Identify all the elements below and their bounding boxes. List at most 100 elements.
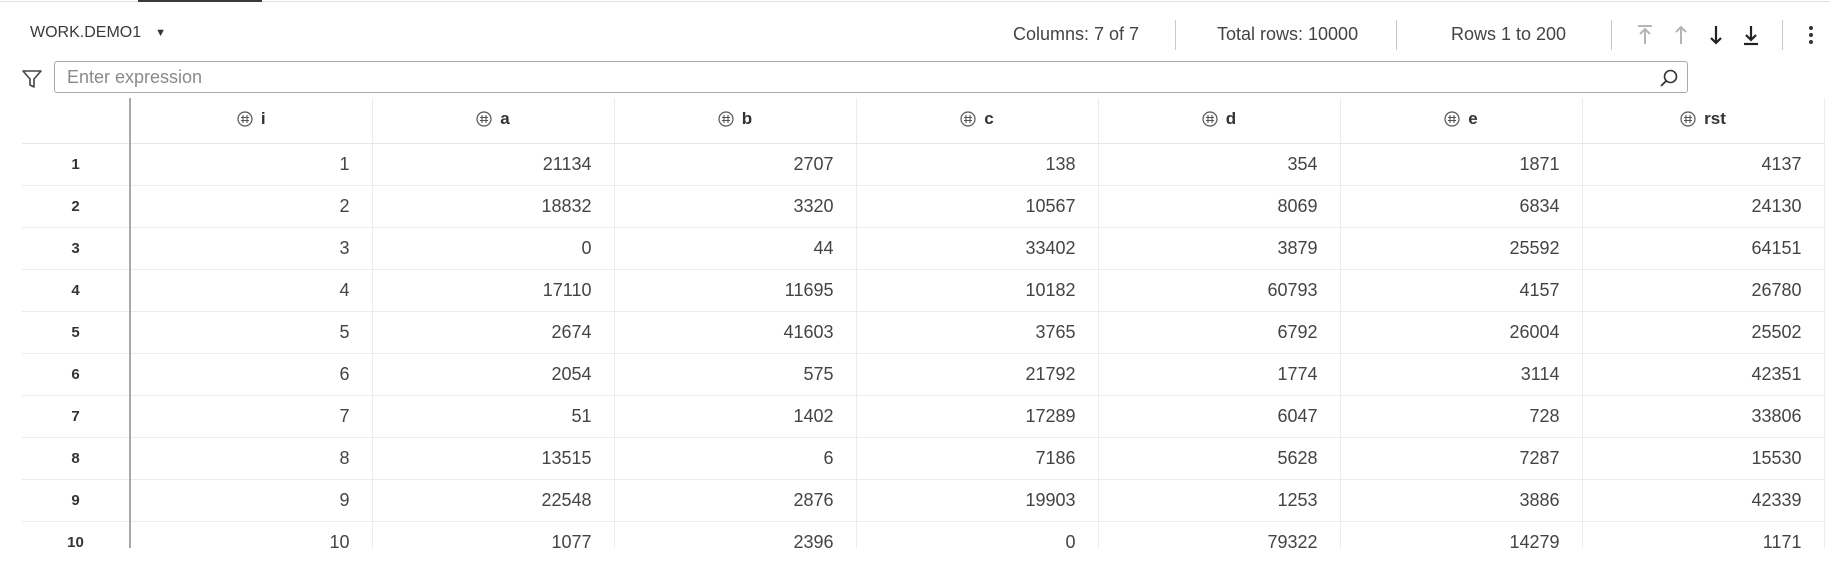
table-cell[interactable]: 33806 [1582,395,1825,438]
table-cell[interactable]: 11695 [614,269,857,312]
column-header[interactable]: i [130,98,373,144]
table-cell[interactable]: 5628 [1098,437,1341,480]
table-cell[interactable]: 64151 [1582,227,1825,270]
table-cell[interactable]: 2 [130,185,373,228]
table-cell[interactable]: 25592 [1340,227,1583,270]
table-row[interactable]: 5 5 2674 41603 3765 6792 26004 25502 [22,311,1825,354]
table-row[interactable]: 6 6 2054 575 21792 1774 3114 42351 [22,353,1825,396]
table-cell[interactable]: 10 [130,521,373,548]
first-page-icon[interactable] [1632,22,1658,48]
table-cell[interactable]: 10182 [856,269,1099,312]
table-cell[interactable]: 0 [856,521,1099,548]
last-page-icon[interactable] [1738,22,1764,48]
previous-page-icon[interactable] [1668,22,1694,48]
table-row[interactable]: 2 2 18832 3320 10567 8069 6834 24130 [22,185,1825,228]
table-cell[interactable]: 26780 [1582,269,1825,312]
table-cell[interactable]: 21134 [372,143,615,186]
table-cell[interactable]: 2674 [372,311,615,354]
table-cell[interactable]: 1253 [1098,479,1341,522]
search-icon[interactable] [1659,68,1679,88]
table-cell[interactable]: 3886 [1340,479,1583,522]
more-options-icon[interactable] [1801,22,1821,48]
table-cell[interactable]: 728 [1340,395,1583,438]
table-cell[interactable]: 42351 [1582,353,1825,396]
table-cell[interactable]: 138 [856,143,1099,186]
table-cell[interactable]: 19903 [856,479,1099,522]
table-row[interactable]: 4 4 17110 11695 10182 60793 4157 26780 [22,269,1825,312]
table-cell[interactable]: 3 [130,227,373,270]
table-cell[interactable]: 41603 [614,311,857,354]
table-cell[interactable]: 33402 [856,227,1099,270]
table-cell[interactable]: 4157 [1340,269,1583,312]
table-cell[interactable]: 3320 [614,185,857,228]
expression-field[interactable] [54,61,1688,93]
table-cell[interactable]: 5 [130,311,373,354]
table-cell[interactable]: 9 [130,479,373,522]
table-cell[interactable]: 7 [130,395,373,438]
table-cell[interactable]: 1 [130,143,373,186]
expression-input[interactable] [55,62,1687,92]
table-row[interactable]: 3 3 0 44 33402 3879 25592 64151 [22,227,1825,270]
table-cell[interactable]: 3114 [1340,353,1583,396]
table-cell[interactable]: 4137 [1582,143,1825,186]
table-row[interactable]: 8 8 13515 6 7186 5628 7287 15530 [22,437,1825,480]
table-cell[interactable]: 6792 [1098,311,1341,354]
table-cell[interactable]: 26004 [1340,311,1583,354]
table-cell[interactable]: 6047 [1098,395,1341,438]
table-cell[interactable]: 2054 [372,353,615,396]
table-cell[interactable]: 25502 [1582,311,1825,354]
column-header[interactable]: b [614,98,857,144]
table-cell[interactable]: 51 [372,395,615,438]
total-rows: Total rows: 10000 [1217,24,1359,44]
table-cell[interactable]: 8069 [1098,185,1341,228]
table-cell[interactable]: 17289 [856,395,1099,438]
dataset-selector[interactable]: WORK.DEMO1 ▼ [20,18,176,48]
column-header[interactable]: a [372,98,615,144]
column-header-label: d [1225,108,1237,128]
table-cell[interactable]: 2396 [614,521,857,548]
table-cell[interactable]: 44 [614,227,857,270]
table-cell[interactable]: 18832 [372,185,615,228]
table-cell[interactable]: 8 [130,437,373,480]
table-cell[interactable]: 0 [372,227,615,270]
column-header[interactable]: c [856,98,1099,144]
table-cell[interactable]: 1871 [1340,143,1583,186]
table-row[interactable]: 10 10 1077 2396 0 79322 14279 1171 [22,521,1825,548]
table-row[interactable]: 9 9 22548 2876 19903 1253 3886 42339 [22,479,1825,522]
table-cell[interactable]: 14279 [1340,521,1583,548]
table-cell[interactable]: 4 [130,269,373,312]
table-cell[interactable]: 21792 [856,353,1099,396]
table-cell[interactable]: 10567 [856,185,1099,228]
table-cell[interactable]: 17110 [372,269,615,312]
table-cell[interactable]: 6834 [1340,185,1583,228]
table-cell[interactable]: 2707 [614,143,857,186]
table-cell[interactable]: 6 [130,353,373,396]
table-cell[interactable]: 6 [614,437,857,480]
table-cell[interactable]: 22548 [372,479,615,522]
table-row[interactable]: 1 1 21134 2707 138 354 1871 4137 [22,143,1825,186]
column-header[interactable]: e [1340,98,1583,144]
table-cell[interactable]: 3879 [1098,227,1341,270]
table-cell[interactable]: 79322 [1098,521,1341,548]
table-cell[interactable]: 7287 [1340,437,1583,480]
column-header[interactable]: rst [1582,98,1825,144]
table-cell[interactable]: 15530 [1582,437,1825,480]
table-cell[interactable]: 42339 [1582,479,1825,522]
row-number-header [22,98,131,144]
table-cell[interactable]: 24130 [1582,185,1825,228]
table-cell[interactable]: 1774 [1098,353,1341,396]
table-cell[interactable]: 13515 [372,437,615,480]
next-page-icon[interactable] [1703,22,1729,48]
table-cell[interactable]: 1402 [614,395,857,438]
filter-icon[interactable] [21,68,43,90]
column-header[interactable]: d [1098,98,1341,144]
table-cell[interactable]: 7186 [856,437,1099,480]
table-cell[interactable]: 575 [614,353,857,396]
table-cell[interactable]: 1171 [1582,521,1825,548]
table-row[interactable]: 7 7 51 1402 17289 6047 728 33806 [22,395,1825,438]
table-cell[interactable]: 1077 [372,521,615,548]
table-cell[interactable]: 354 [1098,143,1341,186]
table-cell[interactable]: 3765 [856,311,1099,354]
table-cell[interactable]: 60793 [1098,269,1341,312]
table-cell[interactable]: 2876 [614,479,857,522]
